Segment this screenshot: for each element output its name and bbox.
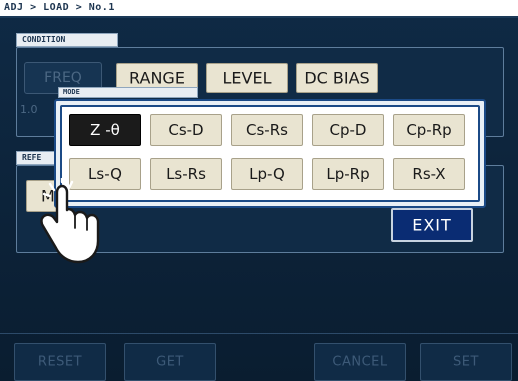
get-button-label: GET: [156, 354, 184, 370]
mode-option-z-theta[interactable]: Z -θ: [69, 114, 141, 146]
breadcrumb-text: ADJ > LOAD > No.1: [4, 2, 115, 13]
mode-dialog-tab: MODE: [58, 87, 198, 98]
mode-dialog: Z -θ Cs-D Cs-Rs Cp-D Cp-Rp Ls-Q Ls-Rs Lp…: [54, 99, 486, 208]
hand-shape: [40, 184, 100, 264]
breadcrumb: ADJ > LOAD > No.1: [0, 0, 518, 18]
freq-button-label: FREQ: [44, 70, 82, 86]
mode-option-label: Cp-Rp: [406, 121, 452, 139]
mode-dialog-inner: Z -θ Cs-D Cs-Rs Cp-D Cp-Rp Ls-Q Ls-Rs Lp…: [60, 105, 480, 202]
mode-option-lp-q[interactable]: Lp-Q: [231, 158, 303, 190]
mode-option-label: Cp-D: [329, 121, 367, 139]
screen: ADJ > LOAD > No.1 CONDITION FREQ 1.0 RAN…: [0, 0, 518, 381]
cancel-button-label: CANCEL: [332, 354, 388, 370]
freq-value: 1.0: [20, 103, 38, 116]
mode-option-label: Cs-Rs: [246, 121, 288, 139]
mode-option-cs-rs[interactable]: Cs-Rs: [231, 114, 303, 146]
reference-tab: REFE: [16, 151, 56, 165]
tap-hand-icon: [40, 178, 100, 264]
mode-option-cp-d[interactable]: Cp-D: [312, 114, 384, 146]
reset-button[interactable]: RESET: [14, 343, 106, 381]
cancel-button[interactable]: CANCEL: [314, 343, 406, 381]
mode-option-cs-d[interactable]: Cs-D: [150, 114, 222, 146]
reference-tab-label: REFE: [22, 153, 42, 162]
mode-option-label: Cs-D: [168, 121, 204, 139]
dc-bias-button[interactable]: DC BIAS: [296, 63, 378, 93]
level-button[interactable]: LEVEL: [206, 63, 288, 93]
set-button-label: SET: [453, 354, 479, 370]
mode-option-label: Ls-Rs: [166, 165, 206, 183]
mode-option-label: Lp-Rp: [326, 165, 370, 183]
level-button-label: LEVEL: [222, 68, 272, 88]
dc-bias-button-label: DC BIAS: [304, 68, 370, 88]
get-button[interactable]: GET: [124, 343, 216, 381]
range-button-label: RANGE: [129, 68, 185, 88]
condition-tab-label: CONDITION: [22, 35, 66, 44]
mode-option-label: Rs-X: [412, 165, 446, 183]
mode-option-label: Lp-Q: [249, 165, 285, 183]
set-button[interactable]: SET: [420, 343, 512, 381]
mode-option-rs-x[interactable]: Rs-X: [393, 158, 465, 190]
mode-option-lp-rp[interactable]: Lp-Rp: [312, 158, 384, 190]
bottom-divider: [0, 333, 518, 334]
mode-option-cp-rp[interactable]: Cp-Rp: [393, 114, 465, 146]
mode-dialog-tab-label: MODE: [63, 88, 80, 96]
condition-tab: CONDITION: [16, 33, 118, 47]
mode-option-label: Z -θ: [90, 121, 120, 139]
exit-button-label: EXIT: [412, 215, 452, 235]
reset-button-label: RESET: [37, 354, 83, 370]
mode-option-ls-rs[interactable]: Ls-Rs: [150, 158, 222, 190]
exit-button[interactable]: EXIT: [391, 208, 473, 242]
